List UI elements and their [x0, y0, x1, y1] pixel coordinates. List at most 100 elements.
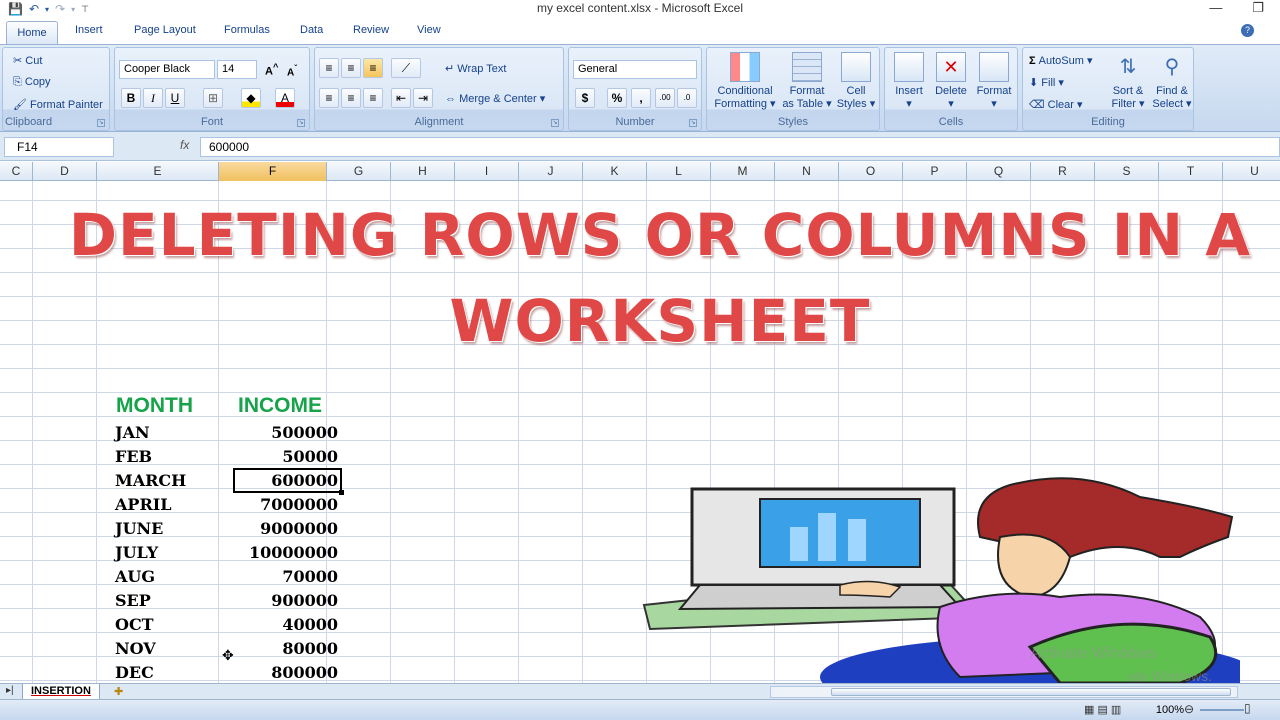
- zoom-out-icon[interactable]: ⊖: [1184, 702, 1194, 716]
- font-name-select[interactable]: Cooper Black: [119, 60, 215, 79]
- column-header-h[interactable]: H: [391, 162, 455, 181]
- font-color-icon[interactable]: A: [275, 88, 295, 108]
- number-launcher-icon[interactable]: ↘: [689, 119, 697, 127]
- tab-formulas[interactable]: Formulas: [224, 24, 270, 36]
- cell-styles-button[interactable]: Cell Styles ▾: [835, 52, 877, 111]
- grow-font-button[interactable]: A^: [265, 62, 278, 78]
- tab-insert[interactable]: Insert: [75, 24, 103, 36]
- income-cell[interactable]: 10000000: [234, 541, 338, 565]
- column-header-g[interactable]: G: [327, 162, 391, 181]
- percent-button[interactable]: %: [607, 88, 627, 108]
- column-header-t[interactable]: T: [1159, 162, 1223, 181]
- wrap-text-button[interactable]: ↵ Wrap Text: [445, 62, 506, 75]
- column-header-e[interactable]: E: [97, 162, 219, 181]
- horizontal-scroll-thumb[interactable]: [831, 688, 1231, 696]
- column-header-u[interactable]: U: [1223, 162, 1280, 181]
- decrease-decimal-icon[interactable]: .0: [677, 88, 697, 108]
- column-header-r[interactable]: R: [1031, 162, 1095, 181]
- comma-button[interactable]: ,: [631, 88, 651, 108]
- income-cell[interactable]: 40000: [234, 613, 338, 637]
- sheet-nav-icon[interactable]: ▸|: [6, 685, 14, 696]
- month-cell[interactable]: NOV: [115, 637, 156, 661]
- format-painter-button[interactable]: 🖌 Format Painter: [13, 98, 103, 111]
- income-cell[interactable]: 800000: [234, 661, 338, 683]
- name-box[interactable]: F14: [4, 137, 114, 157]
- month-cell[interactable]: APRIL: [115, 493, 171, 517]
- align-middle-icon[interactable]: ≡: [341, 58, 361, 78]
- decrease-indent-icon[interactable]: ⇤: [391, 88, 411, 108]
- month-cell[interactable]: SEP: [115, 589, 151, 613]
- view-buttons-icon[interactable]: ▦ ▤ ▥: [1084, 703, 1121, 716]
- month-cell[interactable]: DEC: [115, 661, 154, 683]
- format-cells-button[interactable]: Format ▾: [973, 52, 1015, 111]
- month-cell[interactable]: JUNE: [115, 517, 163, 541]
- orientation-icon[interactable]: ⟋: [391, 58, 421, 78]
- column-header-f[interactable]: F: [219, 162, 327, 181]
- copy-button[interactable]: ⎘ Copy: [13, 76, 51, 89]
- column-header-m[interactable]: M: [711, 162, 775, 181]
- align-center-icon[interactable]: ≡: [341, 88, 361, 108]
- income-cell[interactable]: 70000: [234, 565, 338, 589]
- find-select-button[interactable]: ⚲ Find & Select ▾: [1151, 52, 1193, 111]
- tab-home[interactable]: Home: [6, 21, 58, 44]
- shrink-font-button[interactable]: Aˇ: [287, 63, 297, 78]
- bold-button[interactable]: B: [121, 88, 141, 108]
- worksheet-grid[interactable]: DELETING ROWS OR COLUMNS IN A WORKSHEET …: [0, 181, 1280, 683]
- tab-review[interactable]: Review: [353, 24, 389, 36]
- active-cell-f14[interactable]: [233, 468, 344, 495]
- income-cell[interactable]: 500000: [234, 421, 338, 445]
- insert-cells-button[interactable]: Insert ▾: [889, 52, 929, 111]
- zoom-slider[interactable]: [1200, 709, 1244, 711]
- fill-button[interactable]: ⬇ Fill ▾: [1029, 76, 1064, 89]
- borders-icon[interactable]: ⊞: [203, 88, 223, 108]
- tab-data[interactable]: Data: [300, 24, 323, 36]
- conditional-formatting-button[interactable]: Conditional Formatting ▾: [711, 52, 779, 111]
- number-format-select[interactable]: General: [573, 60, 697, 79]
- cut-button[interactable]: ✂ Cut: [13, 54, 42, 67]
- sheet-tab-insertion[interactable]: INSERTION: [22, 684, 100, 700]
- column-header-l[interactable]: L: [647, 162, 711, 181]
- align-top-icon[interactable]: ≡: [319, 58, 339, 78]
- tab-page-layout[interactable]: Page Layout: [134, 24, 196, 36]
- font-size-select[interactable]: 14: [217, 60, 257, 79]
- column-header-c[interactable]: C: [0, 162, 33, 181]
- align-bottom-icon[interactable]: ≡: [363, 58, 383, 78]
- increase-indent-icon[interactable]: ⇥: [413, 88, 433, 108]
- underline-button[interactable]: U: [165, 88, 185, 108]
- month-cell[interactable]: JAN: [115, 421, 150, 445]
- align-left-icon[interactable]: ≡: [319, 88, 339, 108]
- increase-decimal-icon[interactable]: .00: [655, 88, 675, 108]
- restore-button[interactable]: ❐: [1252, 0, 1264, 16]
- column-header-d[interactable]: D: [33, 162, 97, 181]
- clear-button[interactable]: ⌫ Clear ▾: [1029, 98, 1083, 111]
- alignment-launcher-icon[interactable]: ↘: [551, 119, 559, 127]
- month-cell[interactable]: FEB: [115, 445, 152, 469]
- column-header-s[interactable]: S: [1095, 162, 1159, 181]
- currency-button[interactable]: $: [575, 88, 595, 108]
- column-header-q[interactable]: Q: [967, 162, 1031, 181]
- align-right-icon[interactable]: ≡: [363, 88, 383, 108]
- month-cell[interactable]: OCT: [115, 613, 154, 637]
- sort-filter-button[interactable]: ⇅ Sort & Filter ▾: [1107, 52, 1149, 111]
- month-cell[interactable]: MARCH: [115, 469, 186, 493]
- fill-color-icon[interactable]: ◆: [241, 88, 261, 108]
- income-cell[interactable]: 50000: [234, 445, 338, 469]
- format-as-table-button[interactable]: Format as Table ▾: [781, 52, 833, 111]
- month-cell[interactable]: JULY: [115, 541, 158, 565]
- font-launcher-icon[interactable]: ↘: [297, 119, 305, 127]
- income-cell[interactable]: 80000: [234, 637, 338, 661]
- new-sheet-icon[interactable]: ✚: [114, 685, 123, 698]
- zoom-thumb-icon[interactable]: ▯: [1244, 701, 1251, 715]
- italic-button[interactable]: I: [143, 88, 163, 108]
- month-cell[interactable]: AUG: [115, 565, 155, 589]
- horizontal-scrollbar[interactable]: [770, 686, 1238, 698]
- income-cell[interactable]: 9000000: [234, 517, 338, 541]
- formula-input[interactable]: 600000: [200, 137, 1280, 157]
- clipboard-launcher-icon[interactable]: ↘: [97, 119, 105, 127]
- help-icon[interactable]: ?: [1241, 24, 1254, 37]
- column-header-p[interactable]: P: [903, 162, 967, 181]
- income-cell[interactable]: 900000: [234, 589, 338, 613]
- column-header-j[interactable]: J: [519, 162, 583, 181]
- insert-function-icon[interactable]: fx: [180, 138, 189, 152]
- delete-cells-button[interactable]: ✕ Delete ▾: [931, 52, 971, 111]
